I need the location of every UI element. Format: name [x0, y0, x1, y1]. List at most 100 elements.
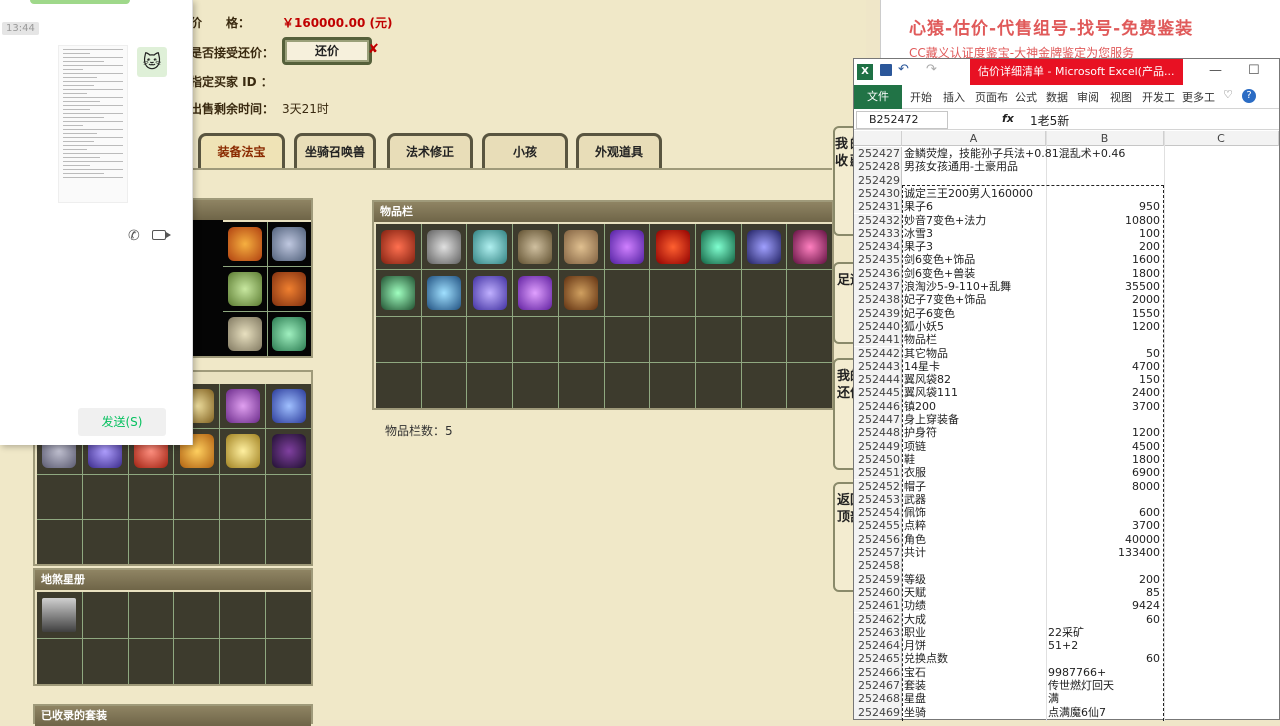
item-slot[interactable]	[220, 384, 266, 429]
cell-a[interactable]: 镇200	[902, 400, 1046, 413]
row-number[interactable]: 252459	[854, 572, 902, 586]
cell-b[interactable]: 1600	[1046, 253, 1164, 266]
row-number[interactable]: 252452	[854, 479, 902, 493]
row-number[interactable]: 252438	[854, 293, 902, 307]
row-number[interactable]: 252460	[854, 585, 902, 600]
row-number[interactable]: 252462	[854, 612, 902, 626]
cell-b[interactable]: 3700	[1046, 519, 1164, 532]
cell-a[interactable]: 等级	[902, 573, 1046, 586]
cell-a[interactable]: 鞋	[902, 453, 1046, 466]
avatar[interactable]: 🐱	[137, 47, 167, 77]
inventory-slot[interactable]	[467, 224, 513, 270]
inventory-slot[interactable]	[695, 224, 741, 270]
cell-b[interactable]: 1800	[1046, 267, 1164, 280]
cell-a[interactable]: 诚定三王200男人160000	[902, 187, 1046, 200]
phone-icon[interactable]: ✆	[128, 228, 140, 244]
empty-slot[interactable]	[604, 316, 650, 362]
inventory-slot[interactable]	[787, 224, 832, 270]
empty-slot[interactable]	[741, 316, 787, 362]
help-icon[interactable]: ?	[1242, 89, 1256, 103]
cell-a[interactable]: 角色	[902, 533, 1046, 546]
cell-b[interactable]: 满	[1046, 692, 1164, 705]
empty-slot[interactable]	[558, 316, 604, 362]
row-number[interactable]: 252440	[854, 319, 902, 334]
cell-b[interactable]: 50	[1046, 347, 1164, 360]
cell-a[interactable]: 男孩女孩通用-土豪用品	[902, 160, 1046, 173]
cell-a[interactable]: 其它物品	[902, 347, 1046, 360]
tab-data[interactable]: 数据	[1046, 89, 1068, 105]
save-icon[interactable]	[880, 64, 892, 76]
empty-slot[interactable]	[220, 592, 266, 638]
cell-a[interactable]: 坐骑	[902, 706, 1046, 719]
column-header-b[interactable]: B	[1046, 131, 1164, 146]
cell-b[interactable]: 35500	[1046, 280, 1164, 293]
empty-slot[interactable]	[266, 638, 311, 684]
row-number[interactable]: 252461	[854, 599, 902, 613]
cell-b[interactable]: 1550	[1046, 307, 1164, 320]
cell-a[interactable]: 兑换点数	[902, 652, 1046, 665]
row-number[interactable]: 252439	[854, 306, 902, 320]
cell-b[interactable]: 9987766+	[1046, 666, 1164, 679]
empty-slot[interactable]	[128, 638, 174, 684]
equip-slot[interactable]	[223, 222, 267, 266]
inventory-slot[interactable]	[376, 270, 421, 316]
empty-slot[interactable]	[220, 474, 266, 519]
equip-slot[interactable]	[267, 267, 311, 311]
counter-offer-button[interactable]: 还价	[282, 37, 372, 65]
empty-slot[interactable]	[467, 362, 513, 408]
cell-b[interactable]: 22采矿	[1046, 626, 1164, 639]
tab-more-tools[interactable]: 更多工	[1182, 89, 1215, 105]
cell-b[interactable]: 60	[1046, 652, 1164, 665]
item-slot[interactable]	[266, 429, 311, 474]
empty-slot[interactable]	[513, 316, 558, 362]
empty-slot[interactable]	[266, 474, 311, 519]
cell-b[interactable]: 1200	[1046, 426, 1164, 439]
cell-b[interactable]: 4700	[1046, 360, 1164, 373]
formula-input[interactable]: 1老5新	[1030, 112, 1069, 129]
empty-slot[interactable]	[787, 362, 832, 408]
cell-b[interactable]: 2000	[1046, 293, 1164, 306]
cell-b[interactable]: 1800	[1046, 453, 1164, 466]
inventory-slot[interactable]	[513, 224, 558, 270]
row-number[interactable]: 252451	[854, 466, 902, 480]
row-number[interactable]: 252467	[854, 679, 902, 693]
row-number[interactable]: 252450	[854, 452, 902, 467]
empty-slot[interactable]	[421, 316, 467, 362]
empty-slot[interactable]	[37, 519, 82, 564]
empty-slot[interactable]	[37, 474, 82, 519]
empty-slot[interactable]	[376, 316, 421, 362]
image-thumbnail[interactable]	[58, 45, 128, 203]
cell-a[interactable]: 套装	[902, 679, 1046, 692]
empty-slot[interactable]	[174, 592, 220, 638]
row-number[interactable]: 252430	[854, 186, 902, 201]
cell-a[interactable]: 浪淘沙5-9-110+乱舞	[902, 280, 1046, 293]
cell-b[interactable]: 600	[1046, 506, 1164, 519]
item-slot[interactable]	[220, 429, 266, 474]
empty-slot[interactable]	[220, 638, 266, 684]
tab-developer[interactable]: 开发工	[1142, 89, 1175, 105]
row-number[interactable]: 252469	[854, 705, 902, 719]
cell-b[interactable]: 200	[1046, 240, 1164, 253]
cell-b[interactable]: 1200	[1046, 320, 1164, 333]
cell-a[interactable]: 妃子7变色+饰品	[902, 293, 1046, 306]
cell-b[interactable]: 传世燃灯回天	[1046, 679, 1164, 692]
empty-slot[interactable]	[604, 270, 650, 316]
row-number[interactable]: 252448	[854, 426, 902, 440]
cell-a[interactable]: 翼风袋82	[902, 373, 1046, 386]
empty-slot[interactable]	[82, 519, 128, 564]
cell-a[interactable]: 金鳞荧煌，技能孙子兵法+0.81混乱术+0.46	[902, 147, 1125, 160]
column-header-c[interactable]: C	[1164, 131, 1279, 146]
maximize-icon[interactable]: ☐	[1248, 63, 1260, 78]
cell-a[interactable]: 身上穿装备	[902, 413, 1046, 426]
inventory-slot[interactable]	[604, 224, 650, 270]
equip-slot[interactable]	[223, 267, 267, 311]
redo-icon[interactable]: ↷	[926, 62, 937, 77]
cell-a[interactable]: 项链	[902, 440, 1046, 453]
empty-slot[interactable]	[82, 638, 128, 684]
cell-b[interactable]: 8000	[1046, 480, 1164, 493]
empty-slot[interactable]	[37, 638, 82, 684]
empty-slot[interactable]	[604, 362, 650, 408]
cell-a[interactable]: 帽子	[902, 480, 1046, 493]
empty-slot[interactable]	[787, 270, 832, 316]
send-button[interactable]: 发送(S)	[78, 408, 166, 436]
